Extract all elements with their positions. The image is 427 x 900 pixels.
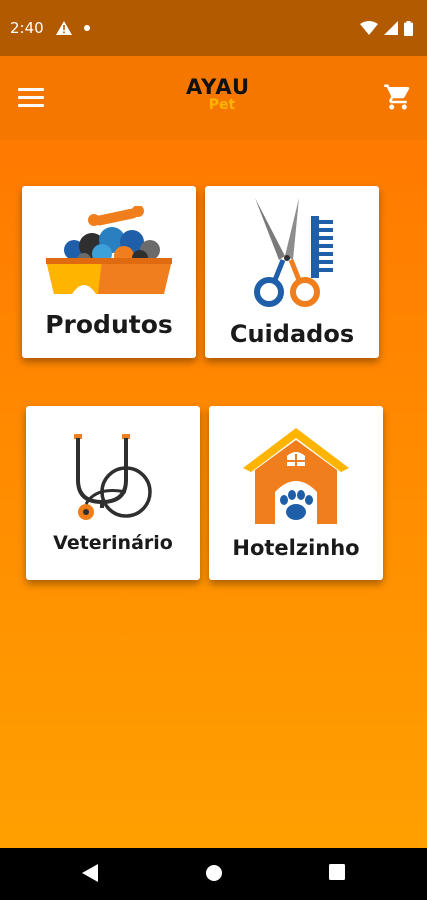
card-hotelzinho[interactable]: Hotelzinho [209, 406, 383, 580]
shopping-cart-icon[interactable] [383, 82, 413, 112]
dot-icon [83, 25, 90, 31]
dog-house-icon [243, 428, 349, 524]
status-right [360, 20, 413, 36]
status-bar: 2:40 [0, 0, 427, 56]
home-circle-icon[interactable] [205, 864, 223, 882]
stethoscope-icon [74, 434, 152, 520]
card-produtos-label: Produtos [45, 310, 173, 339]
logo-main-text: AYAU [185, 75, 251, 99]
app-bar: AYAU Pet [0, 56, 427, 140]
system-nav-bar [0, 848, 427, 900]
recents-square-icon[interactable] [329, 864, 345, 880]
status-time: 2:40 [10, 19, 44, 37]
warning-icon [55, 21, 72, 35]
wifi-icon [360, 21, 378, 35]
card-produtos[interactable]: Produtos [22, 186, 196, 358]
signal-icon [384, 21, 398, 35]
card-cuidados[interactable]: Cuidados [205, 186, 379, 358]
hamburger-menu-icon[interactable] [18, 88, 44, 110]
logo-sub-text: Pet [208, 97, 236, 113]
card-veterinario[interactable]: Veterinário [26, 406, 200, 580]
app-logo: AYAU Pet [178, 76, 258, 122]
card-veterinario-label: Veterinário [53, 532, 173, 554]
card-hotelzinho-label: Hotelzinho [232, 536, 360, 560]
status-left: 2:40 [10, 19, 90, 37]
card-cuidados-label: Cuidados [229, 320, 355, 348]
category-grid: Produtos Cuidados Veterinário Hotelzinho [0, 140, 427, 848]
pet-food-bowl-icon [46, 206, 172, 294]
back-triangle-icon[interactable] [82, 864, 98, 882]
scissors-comb-icon [254, 198, 333, 307]
battery-icon [404, 20, 413, 36]
